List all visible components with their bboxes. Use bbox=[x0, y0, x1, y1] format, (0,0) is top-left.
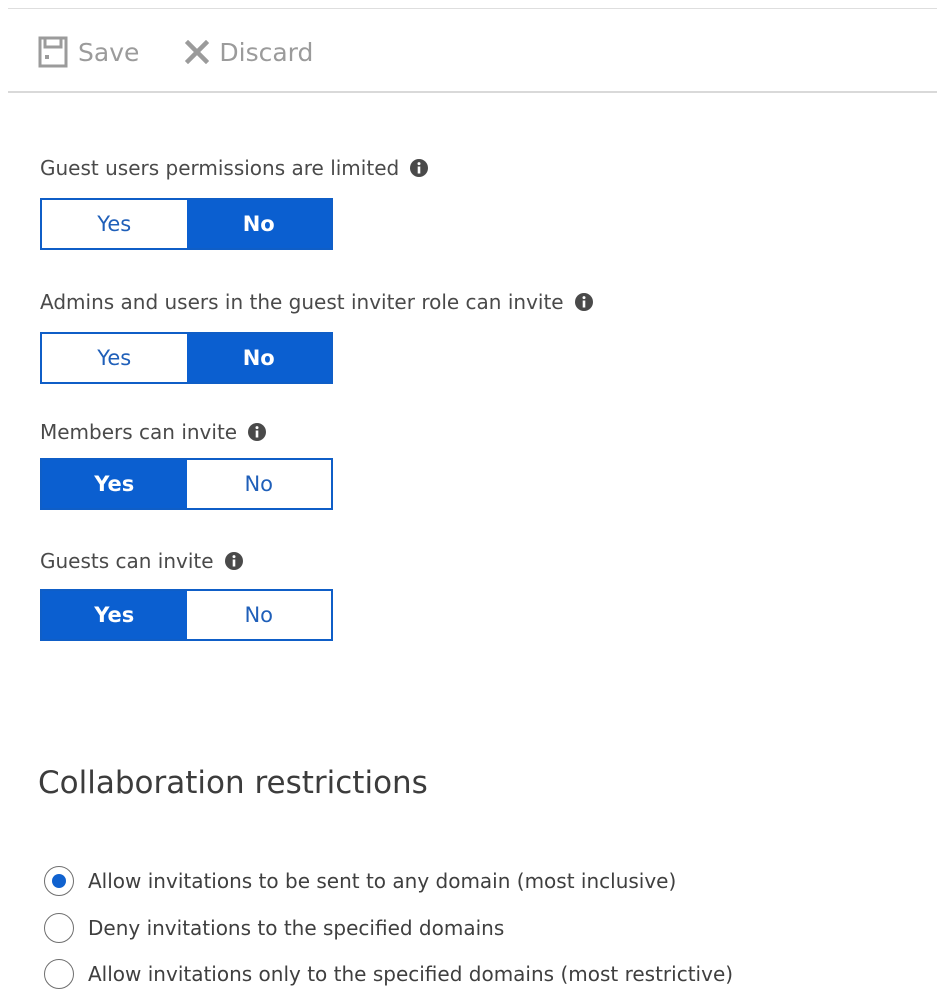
setting-admins-guest-inviter-label: Admins and users in the guest inviter ro… bbox=[40, 290, 594, 314]
setting-guest-permissions-limited-label: Guest users permissions are limited bbox=[40, 156, 429, 180]
setting-label-text: Members can invite bbox=[40, 420, 238, 444]
collaboration-restrictions-heading: Collaboration restrictions bbox=[38, 765, 428, 801]
members-can-invite-toggle: Yes No bbox=[40, 458, 333, 510]
discard-label: Discard bbox=[219, 37, 314, 67]
toggle-yes-option[interactable]: Yes bbox=[42, 334, 187, 382]
top-divider bbox=[8, 8, 937, 9]
info-icon[interactable] bbox=[224, 551, 244, 571]
setting-label-text: Guest users permissions are limited bbox=[40, 156, 400, 180]
radio-label: Deny invitations to the specified domain… bbox=[88, 916, 505, 940]
save-icon bbox=[38, 36, 68, 68]
discard-x-icon bbox=[185, 40, 210, 64]
admins-guest-inviter-toggle: Yes No bbox=[40, 332, 333, 384]
setting-guests-can-invite-label: Guests can invite bbox=[40, 549, 244, 573]
guest-permissions-limited-toggle: Yes No bbox=[40, 198, 333, 250]
radio-label: Allow invitations only to the specified … bbox=[88, 962, 734, 986]
toggle-no-option[interactable]: No bbox=[186, 334, 331, 382]
toggle-yes-option[interactable]: Yes bbox=[42, 200, 187, 248]
radio-deny-specified-domains[interactable]: Deny invitations to the specified domain… bbox=[44, 911, 504, 945]
radio-button[interactable] bbox=[44, 913, 74, 943]
toggle-yes-option[interactable]: Yes bbox=[42, 460, 187, 508]
command-bar-divider bbox=[8, 91, 937, 93]
radio-button[interactable] bbox=[44, 866, 74, 896]
radio-button[interactable] bbox=[44, 959, 74, 989]
info-icon[interactable] bbox=[247, 422, 267, 442]
radio-selected-dot bbox=[52, 874, 66, 888]
setting-label-text: Guests can invite bbox=[40, 549, 214, 573]
radio-allow-only-specified-domains[interactable]: Allow invitations only to the specified … bbox=[44, 957, 733, 991]
save-button[interactable]: Save bbox=[38, 30, 139, 74]
guests-can-invite-toggle: Yes No bbox=[40, 589, 333, 641]
command-bar: Save Discard bbox=[38, 30, 313, 74]
toggle-no-option[interactable]: No bbox=[186, 591, 331, 639]
toggle-no-option[interactable]: No bbox=[186, 200, 331, 248]
toggle-yes-option[interactable]: Yes bbox=[42, 591, 187, 639]
radio-label: Allow invitations to be sent to any doma… bbox=[88, 869, 677, 893]
info-icon[interactable] bbox=[409, 158, 429, 178]
info-icon[interactable] bbox=[574, 292, 594, 312]
save-label: Save bbox=[78, 37, 140, 67]
discard-button[interactable]: Discard bbox=[185, 30, 313, 74]
radio-allow-any-domain[interactable]: Allow invitations to be sent to any doma… bbox=[44, 864, 676, 898]
toggle-no-option[interactable]: No bbox=[186, 460, 331, 508]
setting-label-text: Admins and users in the guest inviter ro… bbox=[40, 290, 564, 314]
setting-members-can-invite-label: Members can invite bbox=[40, 420, 267, 444]
